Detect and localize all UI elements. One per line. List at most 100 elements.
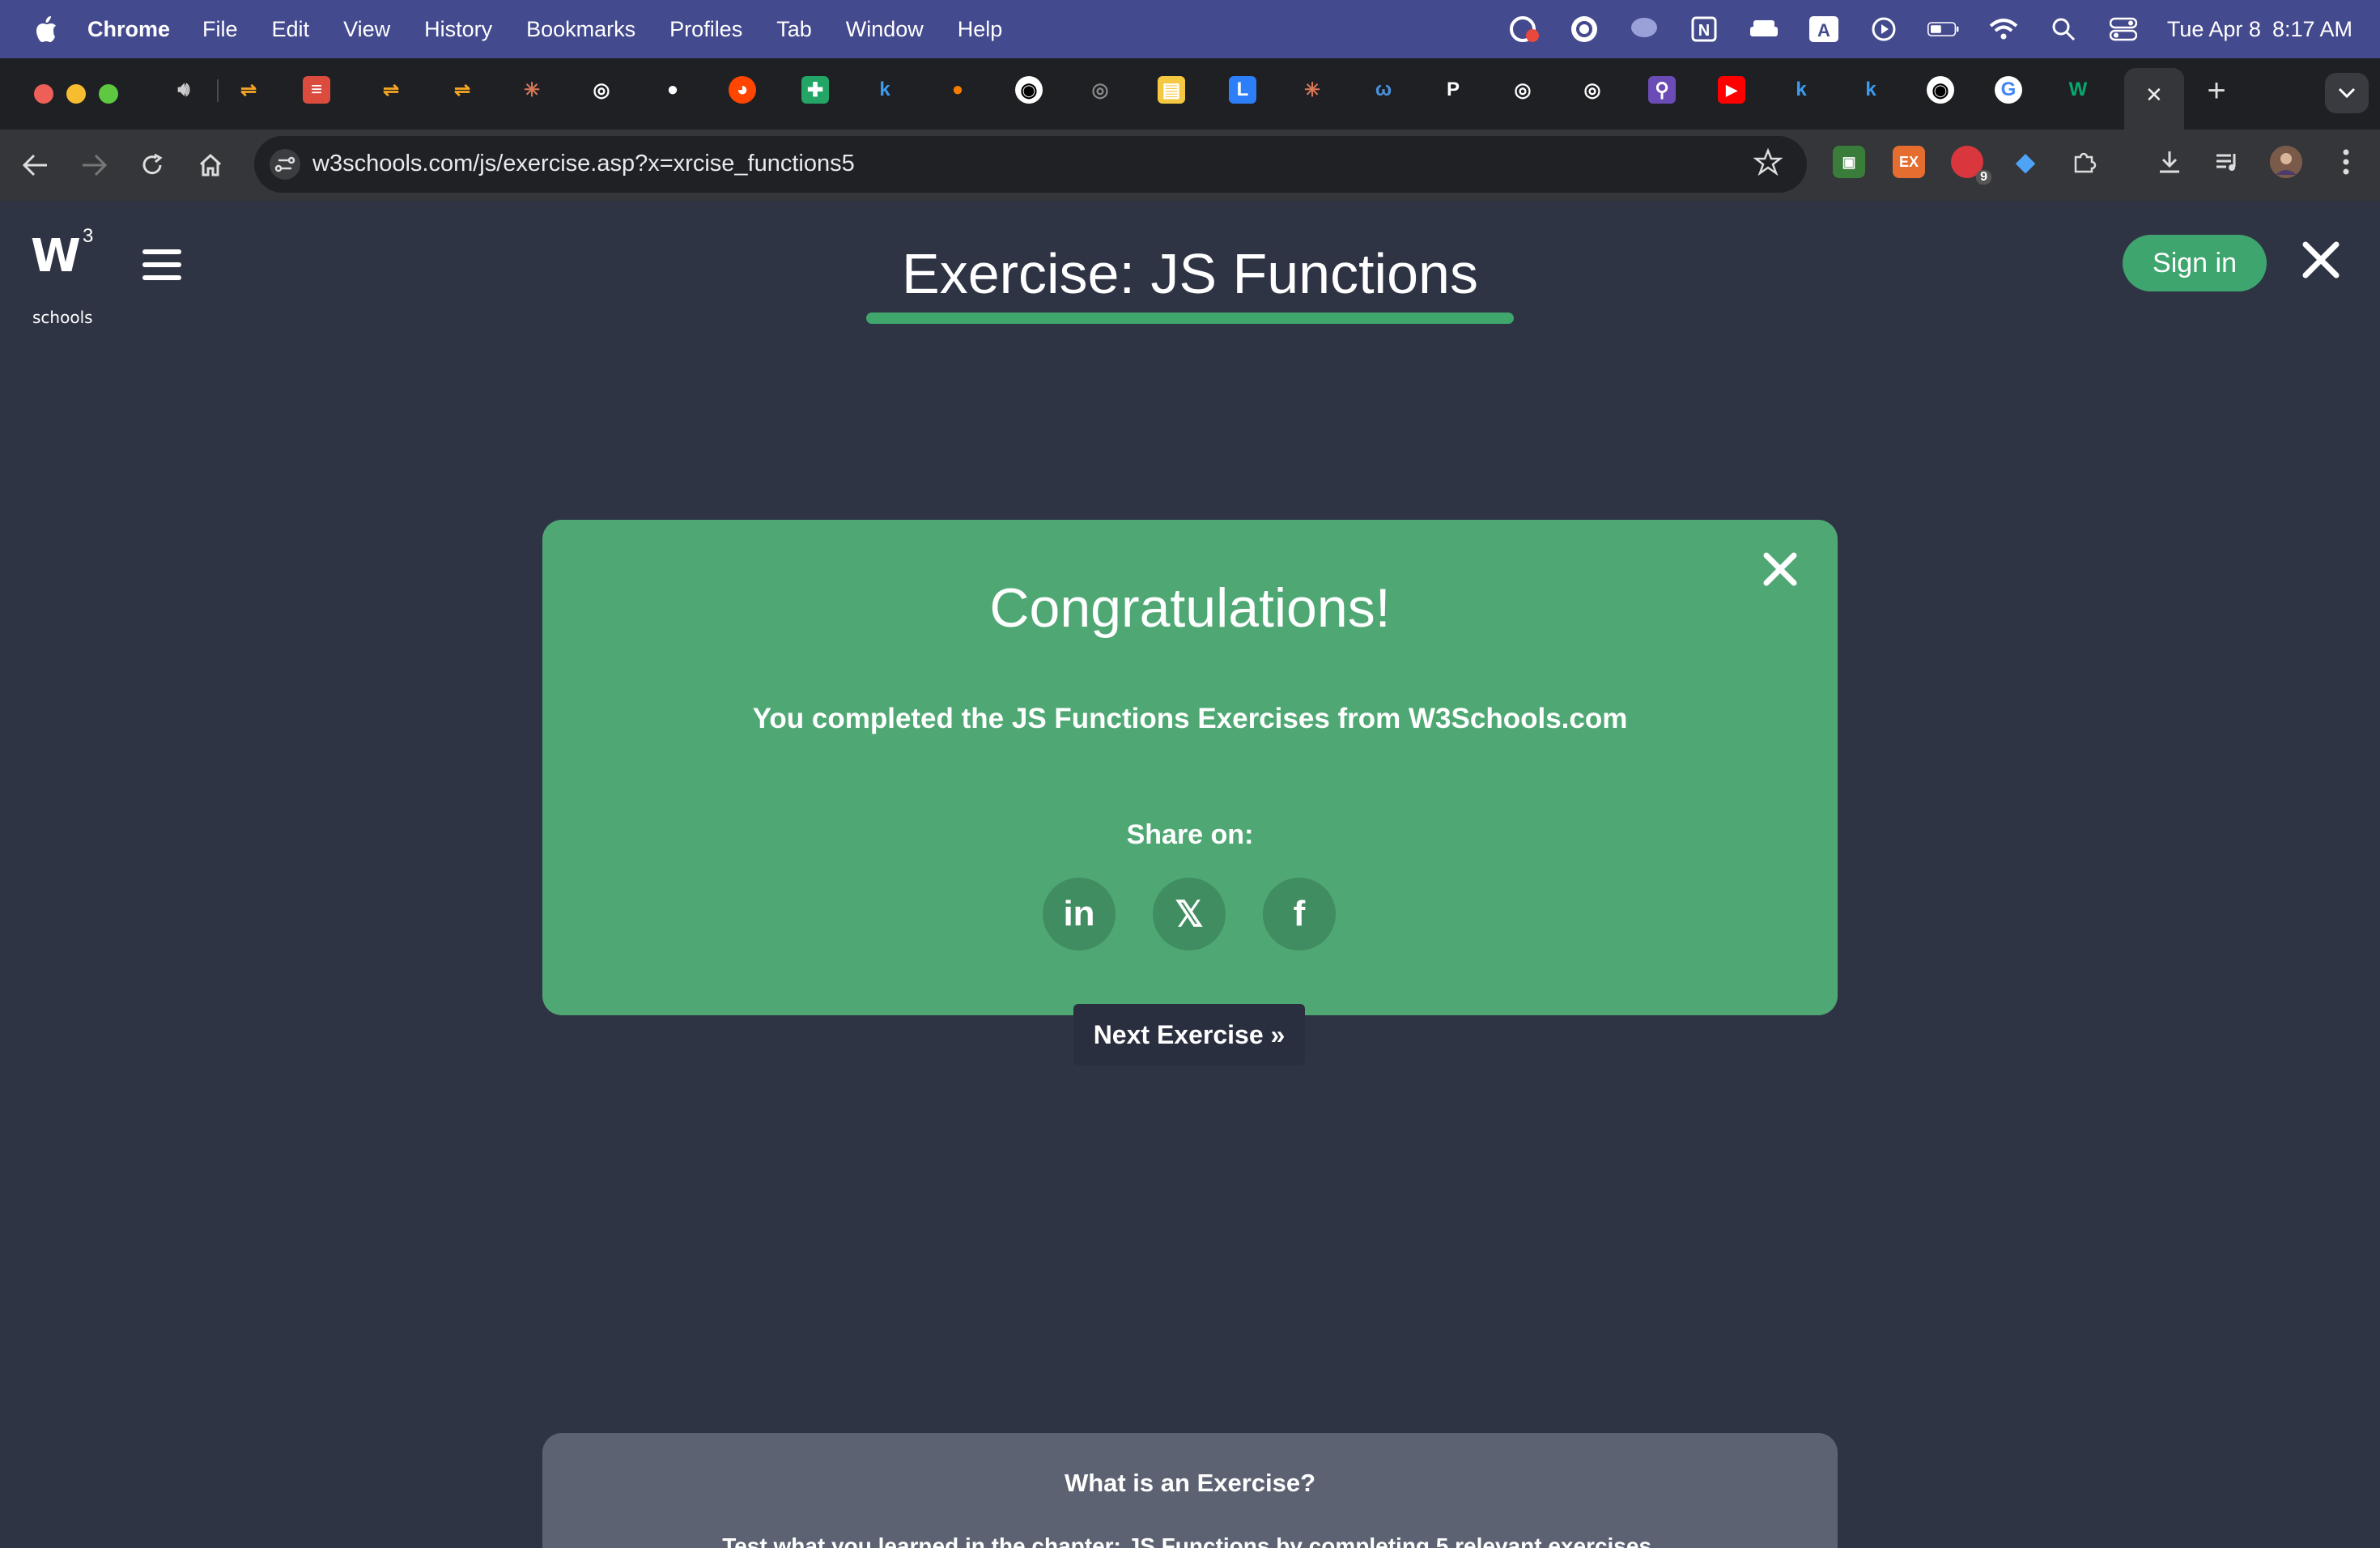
- tab-favicon-flame[interactable]: ●: [944, 76, 971, 104]
- back-button[interactable]: [18, 147, 53, 183]
- tab-favicon-github[interactable]: ◉: [1927, 76, 1954, 104]
- window-close-button[interactable]: [34, 84, 53, 104]
- tab-favicon-claude[interactable]: ✳: [1298, 76, 1326, 104]
- chat-bubble-icon[interactable]: [1628, 13, 1660, 45]
- address-bar[interactable]: w3schools.com/js/exercise.asp?x=xrcise_f…: [254, 136, 1807, 193]
- extension-ex-icon[interactable]: EX: [1893, 146, 1925, 178]
- home-icon: [199, 153, 222, 176]
- menubar-date[interactable]: Tue Apr 8: [2167, 17, 2261, 42]
- home-button[interactable]: [193, 147, 228, 183]
- chevron-down-icon: [2338, 87, 2356, 99]
- control-center-icon[interactable]: [2107, 13, 2140, 45]
- menu-history[interactable]: History: [424, 17, 492, 42]
- close-icon[interactable]: [2299, 238, 2343, 282]
- tab-favicon-k[interactable]: k: [871, 76, 899, 104]
- facebook-share-button[interactable]: f: [1263, 878, 1336, 950]
- reload-button[interactable]: [134, 147, 170, 183]
- tab-favicon-arrows[interactable]: ⇌: [235, 76, 262, 104]
- notion-icon[interactable]: N: [1688, 13, 1720, 45]
- tab-favicon-circle[interactable]: ◎: [1086, 76, 1114, 104]
- info-heading: What is an Exercise?: [1064, 1469, 1316, 1497]
- tab-favicon-google[interactable]: G: [1995, 76, 2022, 104]
- next-exercise-button[interactable]: Next Exercise »: [1073, 1004, 1305, 1065]
- tab-favicon-p[interactable]: P: [1439, 76, 1467, 104]
- bookmark-star-icon[interactable]: [1753, 147, 1786, 181]
- tab-favicon-reddit[interactable]: ◕: [729, 76, 756, 104]
- window-maximize-button[interactable]: [99, 84, 118, 104]
- tab-favicon-arrows[interactable]: ⇌: [448, 76, 476, 104]
- play-circle-icon[interactable]: [1868, 13, 1900, 45]
- cloud-status-icon[interactable]: [1508, 13, 1541, 45]
- info-description: Test what you learned in the chapter: JS…: [542, 1533, 1838, 1548]
- tab-favicon-todoist[interactable]: ≡: [303, 76, 330, 104]
- new-tab-button[interactable]: +: [2200, 74, 2233, 107]
- extension-red-badge-icon[interactable]: 9: [1951, 146, 1991, 185]
- linkedin-share-button[interactable]: in: [1043, 878, 1116, 950]
- logo-schools: schools: [32, 308, 93, 327]
- tab-favicon-openai[interactable]: ◎: [588, 76, 615, 104]
- tab-favicon-purple[interactable]: ⚲: [1648, 76, 1676, 104]
- browser-menu-icon[interactable]: [2330, 146, 2362, 178]
- tab-favicon-l[interactable]: L: [1229, 76, 1256, 104]
- tab-favicon-w[interactable]: ω: [1370, 76, 1397, 104]
- menu-tab[interactable]: Tab: [776, 17, 812, 42]
- site-info-icon[interactable]: [269, 148, 301, 181]
- audio-tab-speaker-icon[interactable]: 🔊︎: [170, 76, 198, 104]
- info-desc-after: by completing 5 relevant exercises.: [1269, 1533, 1658, 1548]
- active-tab[interactable]: ✕: [2124, 68, 2184, 130]
- menu-bookmarks[interactable]: Bookmarks: [526, 17, 635, 42]
- hamburger-menu-icon[interactable]: [142, 249, 181, 282]
- page-content: W 3 schools Exercise: JS Functions Sign …: [0, 201, 2380, 1548]
- tab-favicon-openai[interactable]: ◎: [1509, 76, 1536, 104]
- page-title: Exercise: JS Functions: [902, 242, 1478, 305]
- font-a-icon[interactable]: A: [1808, 13, 1840, 45]
- download-icon[interactable]: [2153, 146, 2186, 178]
- tab-favicon-k[interactable]: k: [1787, 76, 1815, 104]
- extensions-puzzle-icon[interactable]: [2068, 146, 2100, 178]
- menu-edit[interactable]: Edit: [272, 17, 310, 42]
- menu-help[interactable]: Help: [958, 17, 1003, 42]
- reload-icon: [142, 153, 163, 175]
- menubar-time[interactable]: 8:17 AM: [2272, 17, 2352, 42]
- w3schools-logo[interactable]: W 3 schools: [31, 225, 93, 327]
- tab-favicon-youtube[interactable]: ▶: [1718, 76, 1745, 104]
- tab-favicon-github[interactable]: ◉: [1015, 76, 1043, 104]
- tab-favicon-note[interactable]: ▤: [1158, 76, 1185, 104]
- tab-favicon-openai[interactable]: ◎: [1579, 76, 1606, 104]
- menu-app-name[interactable]: Chrome: [87, 17, 170, 42]
- wifi-icon[interactable]: [1987, 13, 2020, 45]
- tab-favicon-arrows[interactable]: ⇌: [377, 76, 405, 104]
- progress-underline: [866, 313, 1514, 324]
- menu-view[interactable]: View: [343, 17, 390, 42]
- tab-strip: [0, 58, 2380, 130]
- tab-favicon-dot[interactable]: ●: [659, 76, 686, 104]
- modal-heading: Congratulations!: [989, 577, 1391, 639]
- menu-window[interactable]: Window: [846, 17, 924, 42]
- menu-profiles[interactable]: Profiles: [669, 17, 742, 42]
- window-minimize-button[interactable]: [66, 84, 86, 104]
- menu-file[interactable]: File: [202, 17, 238, 42]
- tab-close-icon[interactable]: ✕: [2145, 83, 2163, 108]
- extension-diamond-icon[interactable]: ◆: [2009, 146, 2042, 178]
- tab-favicon-k[interactable]: k: [1857, 76, 1885, 104]
- tab-search-button[interactable]: [2325, 73, 2369, 113]
- spotlight-search-icon[interactable]: [2047, 13, 2080, 45]
- sign-in-button[interactable]: Sign in: [2123, 235, 2267, 291]
- extension-green-icon[interactable]: ▣: [1833, 146, 1865, 178]
- extension-ex-label: EX: [1898, 153, 1919, 170]
- x-share-button[interactable]: 𝕏: [1153, 878, 1226, 950]
- grammarly-icon[interactable]: [1568, 13, 1600, 45]
- svg-text:A: A: [1817, 20, 1830, 40]
- tab-separator: [217, 79, 219, 102]
- tab-favicon-claude[interactable]: ✳: [518, 76, 546, 104]
- tab-favicon-w3schools[interactable]: W: [2064, 76, 2092, 104]
- apple-icon[interactable]: [32, 15, 60, 44]
- forward-button[interactable]: [76, 147, 112, 183]
- url-text[interactable]: w3schools.com/js/exercise.asp?x=xrcise_f…: [312, 151, 855, 177]
- profile-avatar[interactable]: [2270, 146, 2302, 178]
- battery-icon[interactable]: [1927, 13, 1960, 45]
- media-controls-icon[interactable]: [2212, 146, 2244, 178]
- chapter-link[interactable]: JS Functions: [1128, 1533, 1270, 1548]
- tab-favicon-sheets[interactable]: ✚: [801, 76, 829, 104]
- bed-icon[interactable]: [1748, 13, 1780, 45]
